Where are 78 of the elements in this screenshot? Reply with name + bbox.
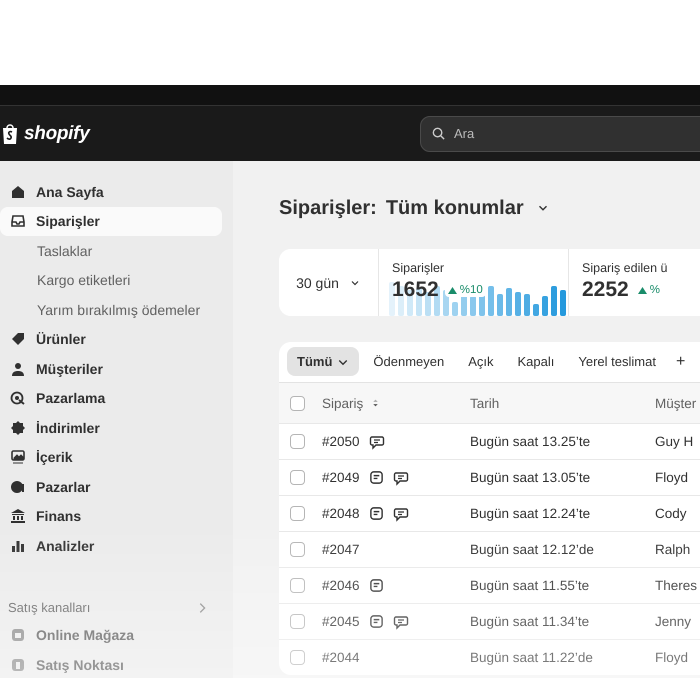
table-cell: Theres <box>655 578 698 593</box>
nav-icon <box>10 420 26 436</box>
search-field[interactable]: Ara <box>420 116 700 152</box>
nav-icon <box>10 449 26 466</box>
nav-item[interactable]: Finans <box>0 502 222 531</box>
nav-item[interactable]: İçerik <box>0 442 222 472</box>
table-cell: Bugün saat 12.24’te <box>470 506 590 521</box>
logo-wordmark[interactable]: shopify <box>24 122 90 144</box>
checkbox[interactable] <box>290 506 305 521</box>
order-number[interactable]: #2047 <box>322 542 360 557</box>
nav-icon <box>10 360 26 377</box>
nav-icon <box>10 331 26 348</box>
column-header: Tarih <box>470 396 500 410</box>
stat-label: Sipariş edilen ü <box>582 261 668 275</box>
up-arrow-icon <box>448 286 457 294</box>
filter-tab[interactable]: Ödenmeyen <box>363 347 454 376</box>
page-title: Siparişler: <box>279 196 377 220</box>
nav-icon <box>10 213 26 230</box>
table-cell: Bugün saat 13.25’te <box>470 434 590 449</box>
stat-value: 1652 <box>392 278 439 302</box>
checkbox[interactable] <box>290 470 305 485</box>
location-selector[interactable]: Tüm konumlar <box>386 196 550 220</box>
checkbox[interactable] <box>290 614 305 629</box>
order-number[interactable]: #2044 <box>322 650 360 665</box>
filter-tab[interactable]: Tümü <box>287 347 360 376</box>
order-number[interactable]: #2048 <box>322 506 360 521</box>
table-cell: Bugün saat 13.05’te <box>470 470 590 485</box>
nav-item[interactable]: İndirimler <box>0 413 222 442</box>
nav-item[interactable]: Ürünler <box>0 324 222 354</box>
table-cell: Bugün saat 11.55’te <box>470 578 590 593</box>
checkbox[interactable] <box>290 578 305 593</box>
checkbox[interactable] <box>290 396 305 410</box>
table-cell: Jenny <box>655 614 692 629</box>
checkbox[interactable] <box>290 650 305 665</box>
order-number[interactable]: #2049 <box>322 470 360 485</box>
nav-icon <box>10 478 26 495</box>
nav-icon <box>10 184 26 200</box>
section-heading: Satış kanalları <box>8 600 90 615</box>
table-cell: Bugün saat 12.12’de <box>470 542 594 557</box>
store-icon <box>10 627 26 644</box>
table-cell: Guy H <box>655 434 694 449</box>
period-selector[interactable]: 30 gün <box>279 249 379 316</box>
table-cell: Ralph <box>655 542 690 557</box>
search-input[interactable]: Ara <box>454 118 700 148</box>
stat-label: Siparişler <box>392 261 446 275</box>
table-cell: Bugün saat 11.22’de <box>470 650 593 665</box>
nav-subitem[interactable]: Kargo etiketleri <box>0 266 233 295</box>
nav-item[interactable]: Analizler <box>0 531 222 560</box>
nav-item[interactable]: Müşteriler <box>0 354 222 384</box>
table-cell: Floyd <box>655 470 688 485</box>
stat-value: 2252 <box>582 278 629 302</box>
add-filter-button[interactable]: + <box>670 348 692 374</box>
nav-subitem[interactable]: Taslaklar <box>0 236 233 266</box>
table-cell: Cody <box>655 506 687 521</box>
nav-subitem[interactable]: Yarım bırakılmış ödemeler <box>0 295 233 324</box>
nav-icon <box>10 390 26 406</box>
order-number[interactable]: #2046 <box>322 578 360 593</box>
nav-item[interactable]: Siparişler <box>0 206 222 236</box>
nav-item[interactable]: Ana Sayfa <box>0 177 222 206</box>
sort-icon <box>371 398 380 408</box>
table-cell: Floyd <box>655 650 688 665</box>
order-number[interactable]: #2050 <box>322 434 360 449</box>
search-icon <box>431 126 446 141</box>
filter-tab[interactable]: Kapalı <box>508 347 564 376</box>
column-header: Müşter <box>655 396 696 410</box>
store-icon <box>10 656 26 673</box>
table-cell: Bugün saat 11.34’te <box>470 614 590 629</box>
checkbox[interactable] <box>290 434 305 449</box>
filter-tab[interactable]: Açık <box>458 347 504 376</box>
filter-tab[interactable]: Yerel teslimat <box>568 347 666 376</box>
checkbox[interactable] <box>290 542 305 557</box>
order-number[interactable]: #2045 <box>322 614 360 629</box>
nav-item[interactable]: Pazarlama <box>0 384 222 413</box>
up-arrow-icon <box>638 286 647 294</box>
stat-change: %10 <box>444 283 486 297</box>
column-header[interactable]: Sipariş <box>322 396 364 410</box>
nav-item[interactable]: Pazarlar <box>0 472 222 502</box>
nav-icon <box>10 508 26 524</box>
